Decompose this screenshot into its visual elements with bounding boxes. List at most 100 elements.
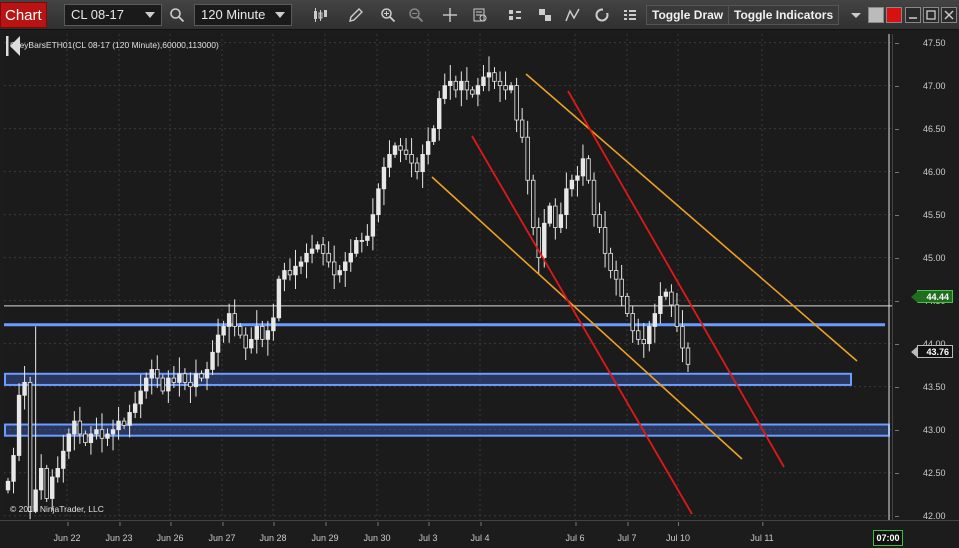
candle	[287, 258, 293, 281]
candle	[132, 391, 138, 419]
candle	[376, 183, 381, 223]
candle	[149, 359, 154, 395]
candle	[16, 383, 22, 462]
time-tick-label: Jul 10	[665, 522, 691, 543]
candle	[44, 464, 49, 502]
interval-value: 120 Minute	[201, 7, 266, 22]
last-price-badge: 43.76	[911, 345, 953, 358]
time-tick-label: Jul 4	[470, 522, 490, 543]
zone-line-top[interactable]	[4, 323, 885, 327]
zoom-in-icon[interactable]	[378, 5, 398, 25]
time-tick-label: Jul 6	[565, 522, 585, 543]
candle	[641, 323, 646, 358]
chart-tab[interactable]: Chart	[0, 2, 47, 28]
candle	[597, 202, 602, 234]
data-box-icon[interactable]	[470, 5, 490, 25]
interval-selector[interactable]: 120 Minute	[194, 4, 292, 26]
series-label: GreyBarsETH01(CL 08-17 (120 Minute),6000…	[10, 40, 219, 50]
price-tick-label: 43.00	[895, 424, 946, 435]
zones	[4, 305, 892, 437]
candle	[630, 305, 635, 343]
bar-period-icon[interactable]	[505, 5, 525, 25]
candle	[331, 245, 337, 290]
price-chart[interactable]	[4, 34, 892, 520]
candle	[293, 249, 298, 290]
candle	[343, 252, 348, 287]
candle	[320, 237, 326, 266]
time-cursor-badge: 07:00	[873, 530, 903, 546]
candle	[271, 303, 276, 341]
stack-icon[interactable]	[535, 5, 555, 25]
candle	[282, 262, 287, 292]
candle	[613, 260, 619, 296]
list-icon[interactable]	[620, 5, 640, 25]
close-icon[interactable]	[941, 7, 957, 23]
candle	[442, 73, 447, 105]
close-red-icon[interactable]	[886, 7, 902, 23]
candle	[624, 292, 630, 317]
toggle-draw-button[interactable]: Toggle Draw	[646, 5, 730, 25]
candle	[315, 241, 320, 253]
orange-channel-lower[interactable]	[431, 176, 743, 460]
candle	[497, 71, 503, 102]
toggle-indicators-button[interactable]: Toggle Indicators	[728, 5, 840, 25]
draw-lines-icon[interactable]	[563, 5, 583, 25]
chart-panel[interactable]: GreyBarsETH01(CL 08-17 (120 Minute),6000…	[4, 34, 892, 520]
candle	[370, 198, 376, 251]
refresh-icon[interactable]	[592, 5, 612, 25]
zone-box-low[interactable]	[4, 423, 890, 437]
candle	[33, 326, 38, 514]
candle	[525, 120, 530, 195]
instrument-selector[interactable]: CL 08-17	[64, 4, 162, 26]
time-tick-label: Jul 7	[617, 522, 637, 543]
search-icon[interactable]	[167, 5, 187, 25]
time-tick-label: Jun 30	[363, 522, 391, 543]
candle	[254, 310, 259, 354]
price-tick-label: 45.50	[895, 209, 946, 220]
candle	[586, 155, 591, 184]
candle	[536, 217, 541, 274]
candle	[564, 172, 569, 229]
candle	[464, 67, 470, 100]
candle	[448, 64, 453, 100]
crosshair-icon[interactable]	[440, 5, 460, 25]
candle	[531, 174, 536, 236]
candle	[298, 256, 304, 274]
candle	[326, 241, 331, 268]
candle	[5, 477, 11, 494]
price-tick-label: 45.00	[895, 252, 946, 263]
pencil-icon[interactable]	[346, 5, 366, 25]
candle	[304, 243, 309, 279]
bars-style-icon[interactable]	[310, 5, 330, 25]
candle	[503, 71, 508, 100]
candle	[685, 342, 691, 373]
orange-channel-upper[interactable]	[525, 73, 858, 362]
color-swatch-icon[interactable]	[868, 7, 884, 23]
chevron-down-icon	[275, 12, 285, 18]
candle	[658, 282, 663, 324]
zone-box-mid[interactable]	[4, 372, 852, 386]
candle	[61, 434, 66, 483]
time-tick-label: Jul 3	[418, 522, 438, 543]
chevron-down-icon[interactable]	[846, 5, 866, 25]
candle	[475, 77, 481, 107]
candle	[365, 224, 370, 247]
candle	[459, 71, 464, 107]
maximize-icon[interactable]	[923, 7, 939, 23]
candle	[420, 144, 425, 188]
candle	[243, 327, 248, 361]
candle	[337, 264, 342, 283]
minimize-icon[interactable]	[905, 7, 921, 23]
time-tick-label: Jul 11	[750, 522, 774, 543]
zoom-out-icon[interactable]	[406, 5, 426, 25]
time-axis[interactable]: Jun 22 Jun 23 Jun 26 Jun 27 Jun 28 Jun 29 Jun …	[0, 520, 959, 548]
scroll-to-end-icon[interactable]	[4, 34, 22, 58]
time-tick-label: Jun 22	[53, 522, 81, 543]
price-axis[interactable]: 47.5047.0046.5046.0045.5045.0044.5044.00…	[892, 34, 959, 521]
grid	[4, 34, 892, 520]
drawings[interactable]	[431, 34, 890, 520]
candle	[602, 211, 608, 268]
red-channel-upper[interactable]	[567, 90, 785, 468]
price-tick-label: 42.50	[895, 467, 946, 478]
candle	[414, 157, 420, 180]
